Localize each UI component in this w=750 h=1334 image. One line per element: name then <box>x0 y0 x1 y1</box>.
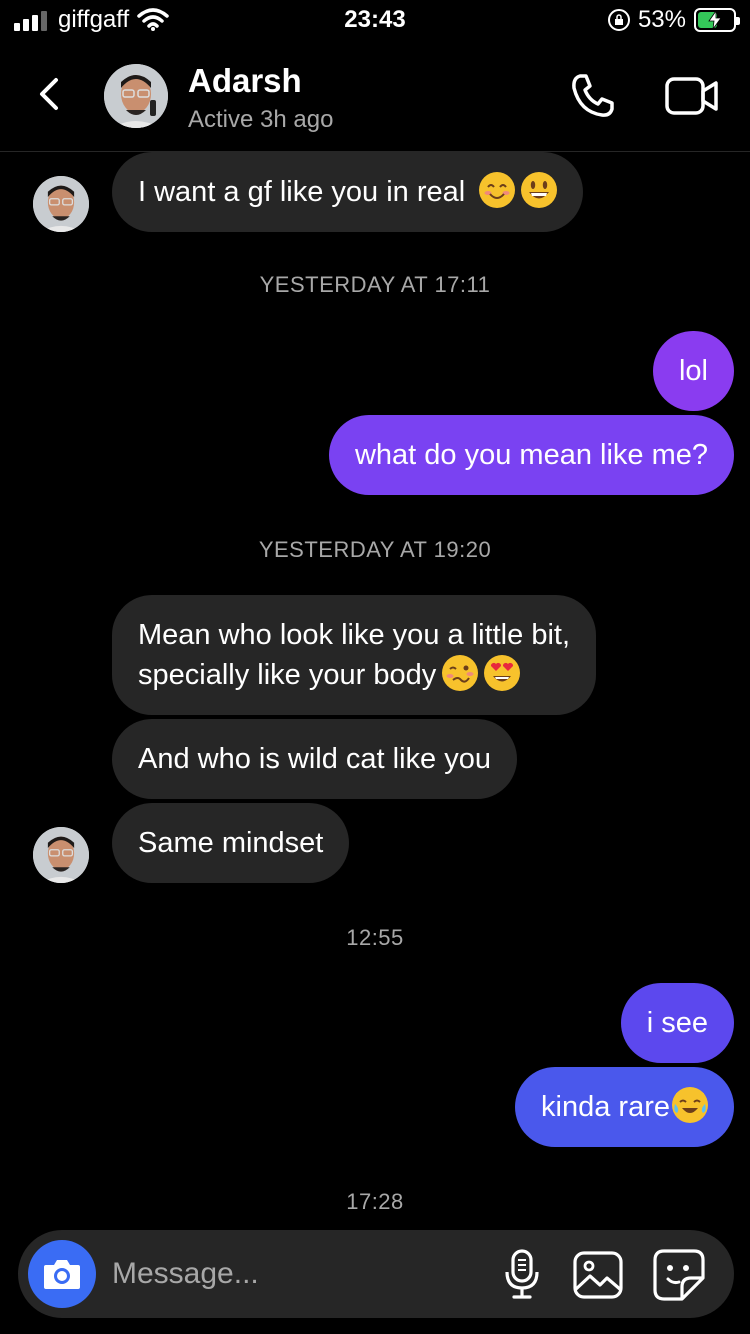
message-text-line: Mean who look like you a little bit, <box>138 619 570 651</box>
message-input[interactable] <box>112 1250 472 1298</box>
sender-avatar[interactable] <box>33 176 89 232</box>
grinning-face-emoji <box>521 172 558 209</box>
gallery-icon[interactable] <box>572 1250 624 1300</box>
sent-message[interactable]: i see <box>620 983 734 1063</box>
timestamp: 17:28 <box>346 1189 404 1214</box>
status-bar: giffgaff 23:43 53% <box>0 0 750 44</box>
message-text: And who is wild cat like you <box>138 743 491 775</box>
battery-percent: 53% <box>637 6 686 33</box>
message-text: Same mindset <box>138 827 324 859</box>
contact-name[interactable]: Adarsh <box>188 62 302 100</box>
smiling-face-emoji <box>479 172 516 209</box>
sender-avatar[interactable] <box>33 827 89 883</box>
phone-icon[interactable] <box>566 70 618 122</box>
microphone-icon[interactable] <box>502 1248 542 1300</box>
message-text: I want a gf like you in real <box>138 176 466 208</box>
woozy-face-emoji <box>442 655 479 692</box>
sent-message[interactable]: what do you mean like me? <box>328 415 734 495</box>
timestamp: YESTERDAY AT 19:20 <box>258 537 492 562</box>
cat-tears-of-joy-emoji <box>672 1087 708 1124</box>
camera-button[interactable] <box>28 1240 96 1308</box>
message-text: kinda rare <box>541 1091 670 1123</box>
message-text: lol <box>678 355 708 387</box>
message-composer <box>18 1230 734 1318</box>
back-chevron-icon[interactable] <box>30 74 70 114</box>
message-text: what do you mean like me? <box>354 439 708 471</box>
sent-message[interactable]: kinda rare <box>515 1067 734 1147</box>
sticker-icon[interactable] <box>652 1248 706 1302</box>
received-message[interactable]: And who is wild cat like you <box>112 719 517 799</box>
dm-conversation-screen: giffgaff 23:43 53% Adarsh Active 3h ago … <box>0 0 750 1334</box>
message-text-line: specially like your body <box>138 659 437 691</box>
chat-header: Adarsh Active 3h ago <box>0 52 750 152</box>
heart-eyes-emoji <box>484 655 521 692</box>
camera-icon <box>44 1260 80 1289</box>
message-text: i see <box>646 1007 708 1039</box>
contact-avatar[interactable] <box>104 64 168 128</box>
received-message[interactable]: I want a gf like you in real <box>112 152 584 232</box>
received-message[interactable]: Mean who look like you a little bit, spe… <box>112 595 596 715</box>
activity-status: Active 3h ago <box>188 106 334 133</box>
received-message[interactable]: Same mindset <box>112 803 350 883</box>
timestamp: YESTERDAY AT 17:11 <box>259 272 491 297</box>
timestamp: 12:55 <box>346 925 404 950</box>
status-right: 53% <box>607 6 740 34</box>
orientation-lock-icon <box>607 9 630 31</box>
sent-message[interactable]: lol <box>652 331 734 411</box>
video-icon[interactable] <box>664 74 720 118</box>
battery-icon <box>694 8 740 32</box>
